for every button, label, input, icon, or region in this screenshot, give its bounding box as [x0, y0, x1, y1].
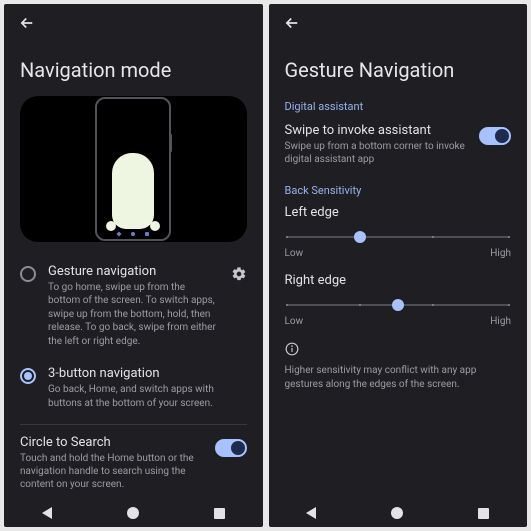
slider-low-label: Low: [285, 248, 304, 259]
gear-icon[interactable]: [231, 266, 247, 286]
slider-high-label: High: [490, 248, 511, 259]
page-title: Gesture Navigation: [269, 40, 528, 96]
system-nav-bar: [269, 497, 528, 527]
setting-title: Circle to Search: [20, 435, 205, 450]
slider-title: Left edge: [285, 205, 512, 220]
slider-thumb[interactable]: [392, 299, 404, 311]
nav-home-icon[interactable]: [127, 507, 139, 519]
navigation-mode-screen: Navigation mode Gesture navigation To go…: [4, 4, 263, 527]
radio-checked-icon: [20, 368, 36, 384]
slider-low-label: Low: [285, 316, 304, 327]
phone-illustration: [95, 97, 171, 241]
page-title: Navigation mode: [4, 40, 263, 96]
section-back-sensitivity: Back Sensitivity: [269, 180, 528, 203]
nav-recents-icon[interactable]: [478, 508, 489, 519]
nav-back-icon[interactable]: [306, 507, 316, 519]
system-nav-bar: [4, 497, 263, 527]
nav-back-icon[interactable]: [42, 507, 52, 519]
setting-title: Swipe to invoke assistant: [285, 123, 470, 138]
option-label: Gesture navigation: [48, 264, 219, 279]
nav-recents-icon[interactable]: [214, 508, 225, 519]
nav-home-icon[interactable]: [391, 507, 403, 519]
swipe-invoke-assistant-row[interactable]: Swipe to invoke assistant Swipe up from …: [269, 119, 528, 174]
slider-high-label: High: [490, 316, 511, 327]
option-label: 3-button navigation: [48, 366, 247, 381]
radio-3-button-navigation[interactable]: 3-button navigation Go back, Home, and s…: [4, 358, 263, 420]
toggle-on-icon[interactable]: [479, 127, 511, 145]
radio-unchecked-icon: [20, 266, 36, 282]
left-edge-slider[interactable]: Left edge Low High: [269, 203, 528, 265]
radio-gesture-navigation[interactable]: Gesture navigation To go home, swipe up …: [4, 256, 263, 359]
toggle-on-icon[interactable]: [215, 439, 247, 457]
section-digital-assistant: Digital assistant: [269, 96, 528, 119]
setting-desc: Touch and hold the Home button or the na…: [20, 452, 205, 491]
slider-thumb[interactable]: [354, 231, 366, 243]
circle-to-search-row[interactable]: Circle to Search Touch and hold the Home…: [20, 424, 247, 497]
info-text: Higher sensitivity may conflict with any…: [269, 364, 528, 399]
setting-desc: Swipe up from a bottom corner to invoke …: [285, 140, 470, 166]
gesture-navigation-screen: Gesture Navigation Digital assistant Swi…: [269, 4, 528, 527]
preview-card: [20, 96, 247, 242]
back-icon[interactable]: [18, 14, 249, 36]
slider-title: Right edge: [285, 273, 512, 288]
back-icon[interactable]: [283, 14, 514, 36]
info-icon: [269, 333, 528, 364]
right-edge-slider[interactable]: Right edge Low High: [269, 271, 528, 333]
option-desc: To go home, swipe up from the bottom of …: [48, 281, 219, 349]
option-desc: Go back, Home, and switch apps with butt…: [48, 383, 247, 410]
